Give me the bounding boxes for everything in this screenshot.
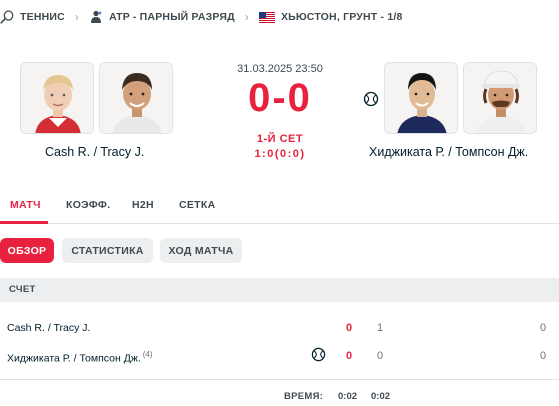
- match-tabs: МАТЧ КОЭФФ. H2H СЕТКА: [0, 186, 559, 224]
- tennis-ball-serve-icon: [363, 91, 379, 112]
- home-team-name[interactable]: Cash R. / Tracy J.: [45, 145, 144, 159]
- breadcrumb-tournament-type-link[interactable]: ATP - ПАРНЫЙ РАЗРЯД: [109, 11, 235, 23]
- tab-draw[interactable]: СЕТКА: [179, 199, 216, 211]
- active-tab-indicator: [0, 221, 48, 224]
- subtab-overview[interactable]: ОБЗОР: [0, 238, 54, 263]
- score-row-home-total: 0: [345, 322, 353, 334]
- score-row-home-game: 0: [539, 322, 547, 334]
- set-score: 1:0(0:0): [254, 148, 306, 160]
- player-avatar-thompson[interactable]: [463, 62, 537, 134]
- player-avatar-cash[interactable]: [20, 62, 94, 134]
- us-flag-icon: [258, 11, 275, 23]
- time-label: ВРЕМЯ:: [284, 391, 324, 402]
- set1-time: 0:02: [371, 391, 391, 402]
- atp-doubles-icon: [89, 10, 103, 24]
- match-status: 1-Й СЕТ: [256, 133, 304, 145]
- tab-odds[interactable]: КОЭФФ.: [66, 199, 110, 211]
- player-avatar-tracy[interactable]: [99, 62, 173, 134]
- score-row-away-game: 0: [539, 350, 547, 362]
- tab-h2h[interactable]: H2H: [132, 199, 154, 211]
- score-row-home-set1: 1: [376, 322, 384, 334]
- score-row-away-total: 0: [345, 350, 353, 362]
- score-section-header: СЧЕТ: [0, 278, 559, 302]
- match-datetime: 31.03.2025 23:50: [237, 63, 323, 75]
- score-row-home-name[interactable]: Cash R. / Tracy J.: [7, 322, 90, 334]
- breadcrumb-tournament-link[interactable]: ХЬЮСТОН, ГРУНТ - 1/8: [281, 11, 403, 23]
- tab-match[interactable]: МАТЧ: [10, 199, 41, 211]
- player-avatar-hijikata[interactable]: [384, 62, 458, 134]
- chevron-right-icon: ›: [74, 10, 80, 24]
- section-divider: [0, 379, 559, 380]
- subtab-match-history[interactable]: ХОД МАТЧА: [160, 238, 242, 263]
- tennis-ball-serve-icon: [311, 347, 326, 367]
- score-row-away-name[interactable]: Хиджиката Р. / Томпсон Дж. (4): [7, 350, 153, 365]
- seed-badge: (4): [142, 350, 153, 359]
- breadcrumb-sport-link[interactable]: ТЕННИС: [20, 11, 65, 23]
- breadcrumb: ТЕННИС › ATP - ПАРНЫЙ РАЗРЯД › ХЬЮСТОН, …: [0, 0, 559, 34]
- match-score: 0-0: [248, 76, 312, 120]
- tennis-racket-icon: [0, 10, 14, 24]
- away-team-name[interactable]: Хиджиката Р. / Томпсон Дж.: [369, 145, 528, 159]
- subtab-statistics[interactable]: СТАТИСТИКА: [62, 238, 153, 263]
- score-row-away-set1: 0: [376, 350, 384, 362]
- total-time: 0:02: [338, 391, 358, 402]
- chevron-right-icon: ›: [244, 10, 249, 24]
